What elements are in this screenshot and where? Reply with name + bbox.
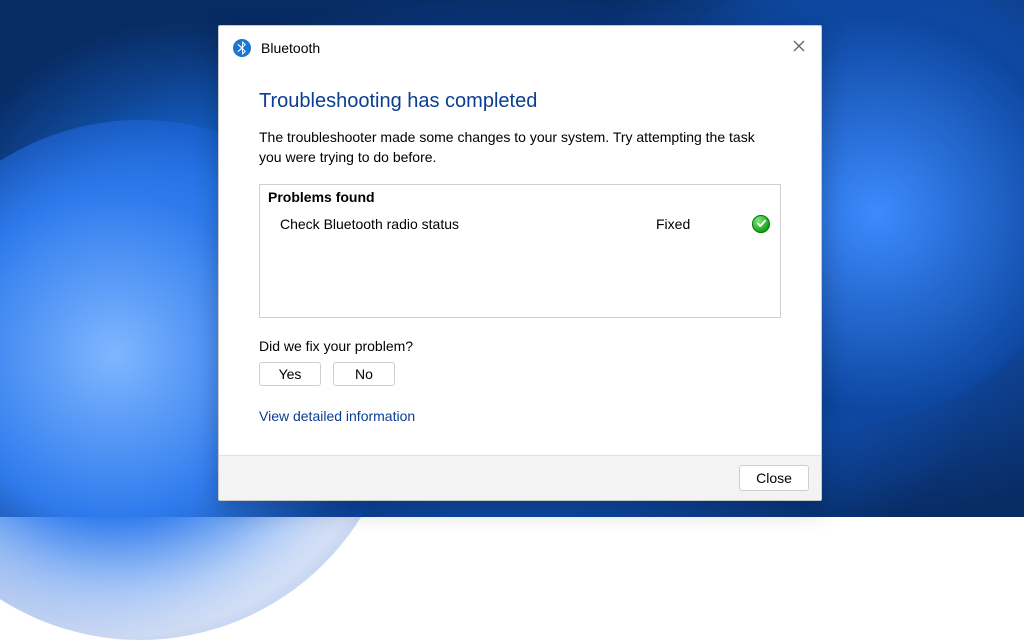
page-heading: Troubleshooting has completed	[259, 90, 781, 113]
dialog-title: Bluetooth	[261, 40, 320, 56]
problem-status: Fixed	[656, 216, 746, 232]
no-button[interactable]: No	[333, 362, 395, 386]
description-text: The troubleshooter made some changes to …	[259, 127, 781, 168]
troubleshooter-dialog: Bluetooth Troubleshooting has completed …	[218, 25, 822, 501]
checkmark-icon	[752, 215, 770, 233]
problems-panel: Problems found Check Bluetooth radio sta…	[259, 184, 781, 318]
close-button[interactable]: Close	[739, 465, 809, 491]
dialog-titlebar: Bluetooth	[219, 26, 821, 70]
bluetooth-icon	[233, 39, 251, 57]
problems-header: Problems found	[260, 185, 780, 211]
view-details-link[interactable]: View detailed information	[259, 408, 415, 424]
problem-row: Check Bluetooth radio status Fixed	[260, 211, 780, 237]
yes-no-row: Yes No	[259, 362, 781, 386]
dialog-body: Troubleshooting has completed The troubl…	[219, 70, 821, 455]
problem-name: Check Bluetooth radio status	[280, 216, 656, 232]
dialog-footer: Close	[219, 455, 821, 500]
close-icon[interactable]	[785, 32, 813, 60]
fix-question: Did we fix your problem?	[259, 338, 781, 354]
yes-button[interactable]: Yes	[259, 362, 321, 386]
